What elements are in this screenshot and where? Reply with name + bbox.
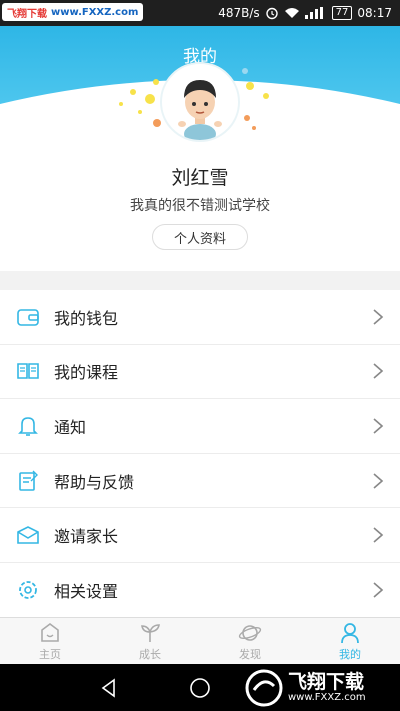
menu-item-notifications[interactable]: 通知 [0,399,400,454]
fxxz-logo-icon [245,669,283,706]
book-icon [16,359,40,383]
watermark-badge: 飞翔下载 www.FXXZ.com [2,3,144,21]
tab-growth[interactable]: 成长 [100,618,200,664]
back-icon[interactable] [99,677,119,698]
planet-icon [238,624,262,641]
watermark-brand-text: 飞翔下载 [288,671,365,693]
boy-avatar-icon [178,80,222,140]
watermark-url-text: www.FXXZ.com [288,692,366,703]
menu-item-wallet[interactable]: 我的钱包 [0,290,400,345]
home-icon [41,622,59,642]
school-name: 我真的很不错测试学校 [130,198,270,214]
menu-item-courses[interactable]: 我的课程 [0,345,400,400]
home-circle-icon[interactable] [189,677,211,699]
menu-item-feedback[interactable]: 帮助与反馈 [0,454,400,509]
feedback-icon [16,469,40,493]
avatar[interactable] [160,62,240,142]
tab-mine[interactable]: 我的 [300,618,400,664]
profile-header: 我的 刘红雪 我真的很不错测试学校 个人资料 [0,26,400,271]
tab-discover[interactable]: 发现 [200,618,300,664]
watermark-url: www.FXXZ.com [51,6,139,18]
chevron-right-icon [373,582,384,598]
menu-list: 我的钱包 我的课程 通知 帮助与反馈 邀请家长 相关设置 [0,290,400,618]
tab-label: 发现 [239,647,261,661]
person-icon [341,622,359,643]
menu-item-invite-parents[interactable]: 邀请家长 [0,508,400,563]
clock: 08:17 [357,6,392,20]
wifi-icon [284,8,299,18]
menu-item-settings[interactable]: 相关设置 [0,563,400,618]
gear-icon [16,578,40,602]
tab-label: 成长 [139,647,161,661]
alarm-icon [265,7,278,20]
chevron-right-icon [373,309,384,325]
menu-item-label: 我的钱包 [54,308,119,328]
profile-button[interactable]: 个人资料 [152,224,248,250]
signal-icon [304,7,323,19]
status-icons: 487B/s 77 08:17 [218,6,400,20]
battery-icon: 77 [331,6,353,20]
watermark-brand: 飞翔下载 [7,8,47,20]
bell-icon [16,414,40,438]
menu-item-label: 邀请家长 [54,527,119,547]
chevron-right-icon [373,363,384,379]
menu-item-label: 帮助与反馈 [54,472,135,492]
menu-item-label: 相关设置 [54,582,119,602]
chevron-right-icon [373,418,384,434]
status-bar: 飞翔下载 www.FXXZ.com 487B/s 77 08:17 [0,0,400,26]
user-name: 刘红雪 [171,167,229,189]
tab-home[interactable]: 主页 [0,618,100,664]
chevron-right-icon [373,527,384,543]
chevron-right-icon [373,472,384,489]
wallet-icon [16,305,40,329]
tab-label: 主页 [39,647,61,661]
envelope-icon [16,523,40,547]
sprout-icon [141,623,160,642]
bottom-tab-bar: 主页 成长 发现 我的 [0,617,400,664]
tab-label: 我的 [339,647,361,661]
watermark-logo: 飞翔下载 www.FXXZ.com [244,664,394,711]
menu-item-label: 通知 [54,417,87,437]
menu-item-label: 我的课程 [54,363,119,383]
network-speed: 487B/s [218,6,260,20]
